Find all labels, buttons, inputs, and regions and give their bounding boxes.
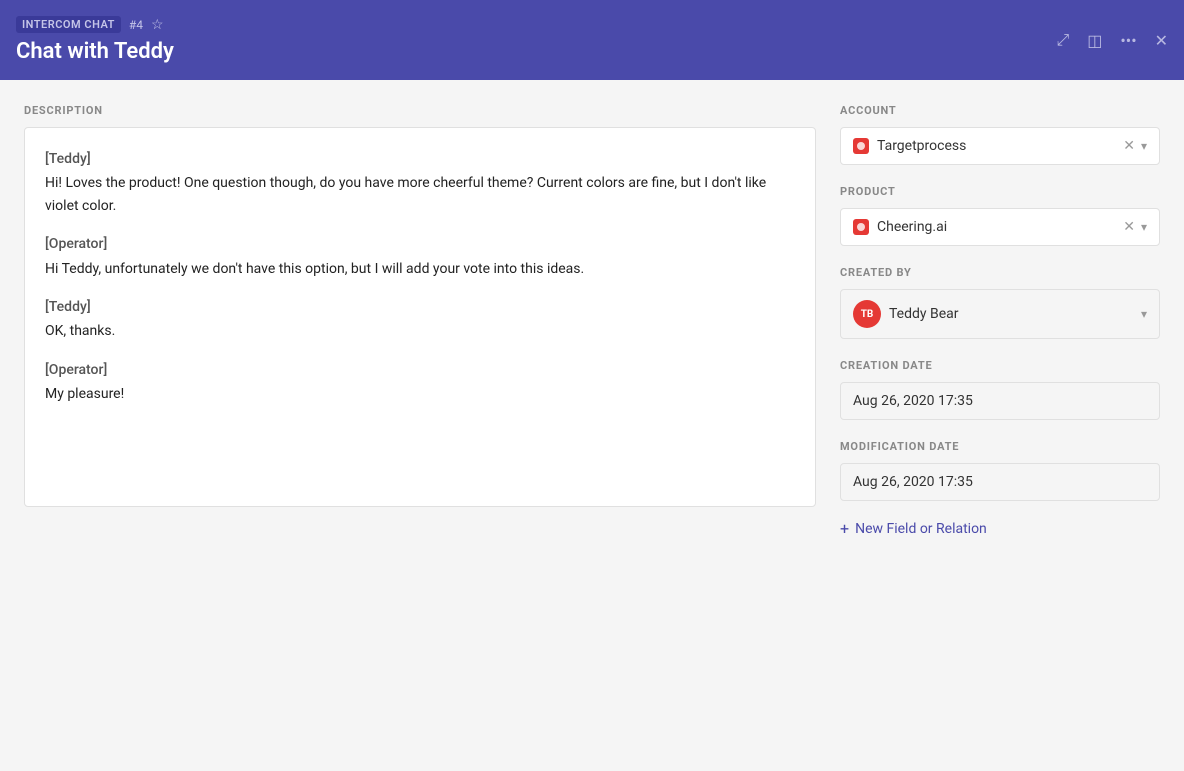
speaker-2: [Operator] xyxy=(45,233,795,255)
creation-date-label: CREATION DATE xyxy=(840,359,1160,372)
new-field-label: New Field or Relation xyxy=(855,521,987,537)
description-box: [Teddy] Hi! Loves the product! One quest… xyxy=(24,127,816,507)
close-icon[interactable]: ✕ xyxy=(1155,31,1168,50)
created-by-section: CREATED BY TB Teddy Bear ▾ xyxy=(840,266,1160,339)
speaker-4: [Operator] xyxy=(45,359,795,381)
account-clear-icon[interactable]: ✕ xyxy=(1123,139,1135,153)
message-4: My pleasure! xyxy=(45,383,795,405)
account-value: Targetprocess xyxy=(877,138,1115,154)
created-by-name: Teddy Bear xyxy=(889,306,1133,322)
product-icon xyxy=(853,219,869,235)
speaker-1: [Teddy] xyxy=(45,148,795,170)
header-actions: ⤢ ◫ ••• ✕ xyxy=(1056,30,1168,50)
product-chevron-icon[interactable]: ▾ xyxy=(1141,220,1147,234)
product-section: PRODUCT Cheering.ai ✕ ▾ xyxy=(840,185,1160,246)
star-icon[interactable]: ☆ xyxy=(151,17,164,33)
account-label: ACCOUNT xyxy=(840,104,1160,117)
product-label: PRODUCT xyxy=(840,185,1160,198)
product-value: Cheering.ai xyxy=(877,219,1115,235)
product-actions: ✕ ▾ xyxy=(1123,220,1147,234)
modification-date-value: Aug 26, 2020 17:35 xyxy=(840,463,1160,501)
ticket-id: #4 xyxy=(129,18,143,32)
created-by-label: CREATED BY xyxy=(840,266,1160,279)
message-1: Hi! Loves the product! One question thou… xyxy=(45,172,795,217)
creation-date-value: Aug 26, 2020 17:35 xyxy=(840,382,1160,420)
product-clear-icon[interactable]: ✕ xyxy=(1123,220,1135,234)
header-top: INTERCOM CHAT #4 ☆ xyxy=(16,16,1168,33)
avatar: TB xyxy=(853,300,881,328)
app-badge: INTERCOM CHAT xyxy=(16,16,121,33)
new-field-button[interactable]: + New Field or Relation xyxy=(840,521,1160,537)
left-panel: DESCRIPTION [Teddy] Hi! Loves the produc… xyxy=(24,104,816,747)
creation-date-section: CREATION DATE Aug 26, 2020 17:35 xyxy=(840,359,1160,420)
description-label: DESCRIPTION xyxy=(24,104,816,117)
account-actions: ✕ ▾ xyxy=(1123,139,1147,153)
plus-icon: + xyxy=(840,521,849,537)
account-chevron-icon[interactable]: ▾ xyxy=(1141,139,1147,153)
message-3: OK, thanks. xyxy=(45,320,795,342)
created-by-chevron-icon[interactable]: ▾ xyxy=(1141,307,1147,321)
more-icon[interactable]: ••• xyxy=(1120,31,1136,50)
message-2: Hi Teddy, unfortunately we don't have th… xyxy=(45,258,795,280)
expand-icon[interactable]: ⤢ xyxy=(1056,30,1069,50)
main-content: DESCRIPTION [Teddy] Hi! Loves the produc… xyxy=(0,80,1184,771)
account-section: ACCOUNT Targetprocess ✕ ▾ xyxy=(840,104,1160,165)
account-icon xyxy=(853,138,869,154)
product-control[interactable]: Cheering.ai ✕ ▾ xyxy=(840,208,1160,246)
header: INTERCOM CHAT #4 ☆ Chat with Teddy ⤢ ◫ •… xyxy=(0,0,1184,80)
modification-date-label: MODIFICATION DATE xyxy=(840,440,1160,453)
page-title: Chat with Teddy xyxy=(16,39,1168,64)
speaker-3: [Teddy] xyxy=(45,296,795,318)
account-control[interactable]: Targetprocess ✕ ▾ xyxy=(840,127,1160,165)
modification-date-section: MODIFICATION DATE Aug 26, 2020 17:35 xyxy=(840,440,1160,501)
right-panel: ACCOUNT Targetprocess ✕ ▾ PRODUCT Cheeri… xyxy=(840,104,1160,747)
created-by-control[interactable]: TB Teddy Bear ▾ xyxy=(840,289,1160,339)
layout-icon[interactable]: ◫ xyxy=(1087,31,1102,50)
